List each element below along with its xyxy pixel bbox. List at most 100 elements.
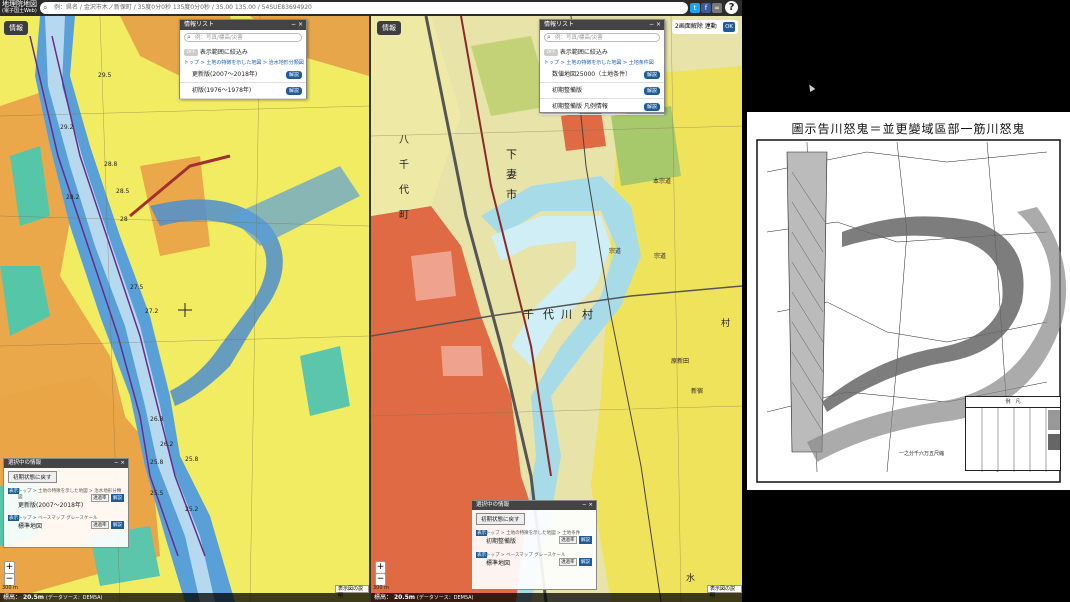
panel-controls[interactable]: − ×: [291, 20, 303, 30]
elevation-value: 20.5m: [393, 594, 415, 601]
contour-label: 28: [120, 216, 128, 223]
logo-title: 地理院地図: [2, 0, 37, 8]
contour-label: 25.8: [150, 459, 164, 466]
legend-button[interactable]: 表示図の説明: [707, 585, 742, 599]
list-item-label: 数値地図25000（土地条件）: [552, 71, 632, 78]
info-search-input[interactable]: ⌕ 例：写真/標高/災害: [184, 33, 302, 42]
opacity-button[interactable]: 透過率: [91, 494, 109, 502]
help-button[interactable]: ?: [725, 1, 738, 14]
info-list-panel: 情報リスト − × ⌕ 例：写真/標高/災害 OFF 表示範囲に絞込み トップ …: [179, 19, 307, 99]
panel-controls[interactable]: − ×: [582, 501, 593, 510]
explain-button[interactable]: 解説: [579, 536, 592, 544]
scale-bar: 300 m: [2, 585, 19, 591]
document-scale: 一之分千六万五尺縮: [899, 451, 945, 457]
elevation-source: (データソース：DEM5A): [45, 595, 103, 601]
place-label: 村: [721, 319, 731, 329]
place-label: 代: [543, 308, 554, 321]
explain-button[interactable]: 解説: [579, 558, 592, 566]
elevation-value: 20.5m: [22, 594, 44, 601]
list-item[interactable]: 初版(1976〜1978年) 解説: [180, 83, 306, 99]
sync-ok-button[interactable]: OK: [723, 22, 735, 32]
document-legend: 例 凡: [965, 396, 1061, 472]
explain-button[interactable]: 解説: [643, 87, 660, 95]
scale-bar: 300 m: [373, 585, 390, 591]
opacity-button[interactable]: 透過率: [559, 536, 577, 544]
breadcrumb[interactable]: トップ > 土地の特徴を示した地図 > 土地条件図: [540, 58, 664, 67]
layer-ops: 透過率 解説: [558, 536, 592, 544]
contour-label: 27.5: [130, 284, 144, 291]
info-search-input[interactable]: ⌕ 例：写真/標高/災害: [544, 33, 660, 42]
panel-controls[interactable]: − ×: [114, 459, 125, 468]
list-item[interactable]: 更新版(2007〜2018年) 解説: [180, 67, 306, 83]
layer-ops: 透過率 解説: [90, 494, 124, 502]
info-button[interactable]: 情報: [4, 21, 28, 35]
site-logo[interactable]: 地理院地図 (電子国土Web): [2, 1, 38, 15]
list-item[interactable]: 数値地図25000（土地条件） 解説: [540, 67, 664, 83]
filter-row: OFF 表示範囲に絞込み: [180, 45, 306, 58]
opacity-button[interactable]: 透過率: [559, 558, 577, 566]
layer-tag: 表示: [8, 488, 19, 494]
left-map[interactable]: 29.5 29.2 28.8 28.5 28 28.2 27.5 27.2 26…: [0, 16, 369, 602]
reset-button[interactable]: 初期状態に戻す: [476, 513, 525, 525]
contour-label: 28.5: [116, 188, 130, 195]
legend-grid: [981, 408, 1060, 472]
place-label: 宗道: [609, 248, 622, 255]
facebook-icon[interactable]: f: [701, 3, 711, 13]
opacity-button[interactable]: 透過率: [91, 521, 109, 529]
info-list-title: 情報リスト: [184, 21, 215, 28]
info-list-panel: 情報リスト − × ⌕ 例：写真/標高/災害 OFF 表示範囲に絞込み トップ …: [539, 19, 665, 115]
explain-button[interactable]: 解説: [285, 87, 302, 95]
link-icon[interactable]: ∞: [712, 3, 722, 13]
search-icon: ⌕: [43, 3, 48, 12]
place-label: 町: [399, 210, 409, 221]
info-button[interactable]: 情報: [377, 21, 401, 35]
panel-controls[interactable]: − ×: [649, 20, 661, 30]
filter-toggle[interactable]: OFF: [184, 49, 198, 56]
list-item-label: 初期整備版: [552, 87, 583, 94]
status-bar: 標高： 20.5m (データソース：DEM5A): [371, 593, 742, 602]
selected-info-header: 選択中の情報 − ×: [4, 459, 128, 468]
list-item-label: 更新版(2007〜2018年): [192, 71, 258, 78]
selected-layer: 表示 トップ > 土地の特徴を示した地図 > 土地条件 初期整備版 透過率 解説: [476, 530, 592, 546]
reset-button[interactable]: 初期状態に戻す: [8, 471, 57, 483]
contour-label: 28.2: [66, 194, 80, 201]
list-item[interactable]: 初期整備版 解説: [540, 83, 664, 99]
legend-button[interactable]: 表示図の説明: [335, 585, 369, 599]
right-map[interactable]: 下 妻 市 千 代 川 村 八 千 代 町 本宗道 宗道 宗道 原新田 新宿 村…: [371, 16, 742, 602]
search-input[interactable]: ⌕ 例：県名 / 金沢市木ノ新保町 / 35度0分0秒 135度0分0秒 / 3…: [40, 2, 688, 14]
contour-label: 26.2: [160, 441, 174, 448]
filter-toggle[interactable]: OFF: [544, 49, 558, 56]
breadcrumb[interactable]: トップ > 土地の特徴を示した地図 > 治水地形分類図: [180, 58, 306, 67]
explain-button[interactable]: 解説: [111, 521, 124, 529]
split-release-button[interactable]: 2画面解除: [675, 23, 703, 30]
search-icon: ⌕: [547, 33, 551, 41]
selected-info-title: 選択中の情報: [8, 460, 42, 466]
logo-subtitle: (電子国土Web): [2, 8, 37, 14]
place-label: 本宗道: [653, 178, 672, 185]
explain-button[interactable]: 解説: [285, 71, 302, 79]
selected-info-panel: 選択中の情報 − × 初期状態に戻す 表示 トップ > 土地の特徴を示した地図 …: [3, 458, 129, 548]
list-item[interactable]: 初期整備版 凡例情報 解説: [540, 99, 664, 115]
explain-button[interactable]: 解説: [643, 103, 660, 111]
historical-map-image: 圖示告川怒鬼＝並更變域區部一筋川怒鬼 例 凡 一之分千六万五尺縮: [747, 112, 1070, 490]
selected-info-title: 選択中の情報: [476, 502, 510, 508]
elevation-label: 標高：: [3, 594, 22, 601]
place-label: 代: [399, 185, 409, 196]
twitter-icon[interactable]: t: [690, 3, 700, 13]
contour-label: 29.2: [60, 124, 74, 131]
info-list-title: 情報リスト: [544, 21, 575, 28]
contour-label: 25.5: [150, 490, 164, 497]
layer-tag: 表示: [8, 515, 19, 521]
list-item-label: 初期整備版 凡例情報: [552, 103, 608, 110]
contour-label: 25.2: [185, 506, 199, 513]
legend-title: 例 凡: [966, 397, 1060, 408]
list-item-label: 初版(1976〜1978年): [192, 87, 252, 94]
place-label: 宗道: [654, 253, 667, 260]
mouse-cursor-icon: [806, 82, 816, 93]
layer-ops: 透過率 解説: [558, 558, 592, 566]
explain-button[interactable]: 解説: [643, 71, 660, 79]
explain-button[interactable]: 解説: [111, 494, 124, 502]
place-label: 川: [561, 308, 572, 321]
place-label: 妻: [506, 168, 517, 181]
place-label: 下: [506, 148, 517, 161]
